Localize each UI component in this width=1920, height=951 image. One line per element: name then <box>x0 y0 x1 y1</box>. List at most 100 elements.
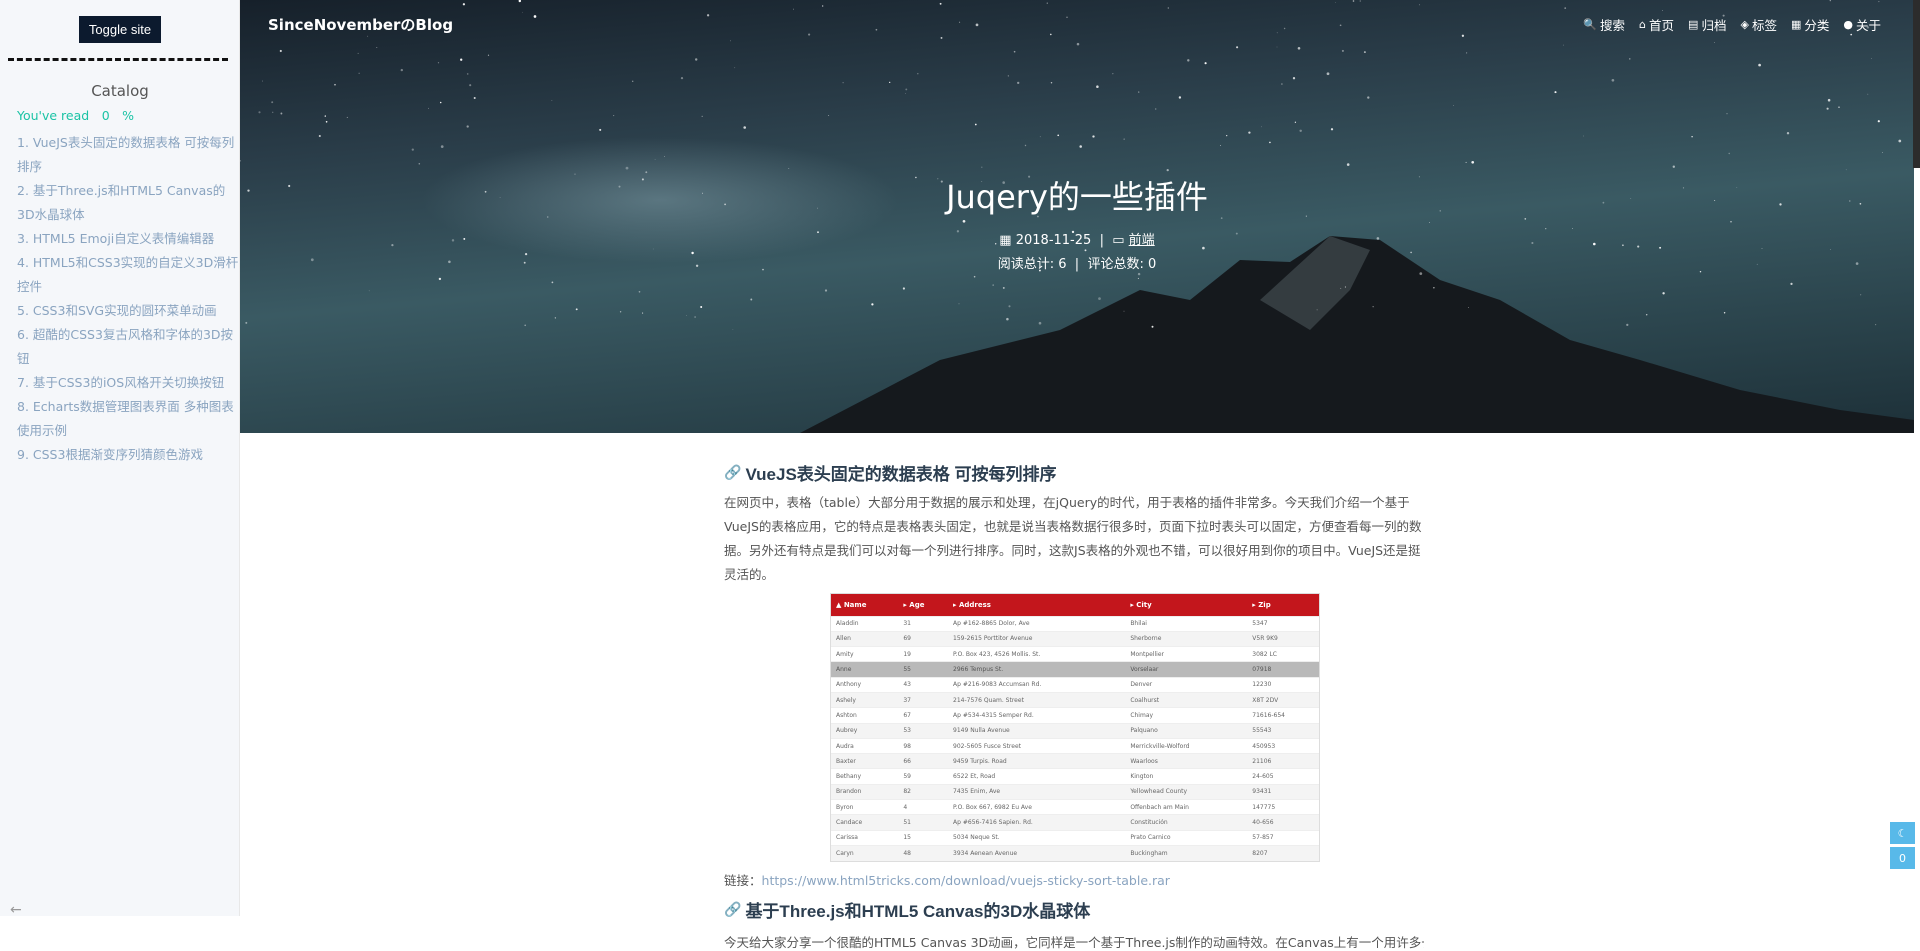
table-cell: 214-7576 Quam. Street <box>948 691 1126 708</box>
toc-item[interactable]: 4. HTML5和CSS3实现的自定义3D滑杆控件 <box>17 251 239 299</box>
table-cell: Kington <box>1125 768 1248 785</box>
page-scrollbar[interactable] <box>1913 0 1920 168</box>
catalog-title: Catalog <box>91 82 149 100</box>
table-column-header[interactable]: ▲ Name <box>831 594 899 616</box>
table-cell: Constitución <box>1125 814 1248 831</box>
table-cell: 159-2615 Porttitor Avenue <box>948 630 1126 647</box>
table-row: Brandon 82 7435 Enim, Ave Yellowhead County… <box>831 783 1319 800</box>
toc-item[interactable]: 9. CSS3根据渐变序列猜颜色游戏 <box>17 443 239 467</box>
table-cell: Ap #162-8865 Dolor, Ave <box>948 615 1126 632</box>
table-cell: 48 <box>898 844 949 861</box>
table-column-header[interactable]: ▸ Age <box>898 594 949 616</box>
table-row: Aladdin 31 Ap #162-8865 Dolor, Ave Bhilai 53… <box>831 615 1319 632</box>
site-brand[interactable]: SinceNovemberのBlog <box>268 14 453 35</box>
meta-separator: | <box>1070 257 1084 272</box>
table-cell: 59 <box>898 768 949 785</box>
table-cell: Brandon <box>831 783 899 800</box>
table-cell: 71616-654 <box>1247 707 1319 724</box>
table-column-header[interactable]: ▸ Address <box>948 594 1126 616</box>
table-row: Anne 55 2966 Tempus St. Vorselaar 07918 <box>831 661 1319 678</box>
table-cell: Bethany <box>831 768 899 785</box>
nav-item-user[interactable]: ● 关于 <box>1843 15 1881 34</box>
tag-icon: ◈ <box>1740 18 1749 31</box>
scroll-counter[interactable]: 0 <box>1890 847 1915 869</box>
section-heading-text: VueJS表头固定的数据表格 可按每列排序 <box>745 465 1057 484</box>
nav-item-archive[interactable]: ▤ 归档 <box>1688 15 1726 34</box>
table-cell: Buckingham <box>1125 844 1248 861</box>
table-cell: Palquano <box>1125 722 1248 739</box>
search-icon: 🔍 <box>1583 18 1598 31</box>
table-row: Candace 51 Ap #656-7416 Sapien. Rd. Constit… <box>831 814 1319 831</box>
table-cell: Aladdin <box>831 615 899 632</box>
table-cell: 3082 LC <box>1247 646 1319 662</box>
table-cell: 15 <box>898 829 949 846</box>
meta-separator: | <box>1095 233 1109 248</box>
nav-label: 首页 <box>1649 18 1675 33</box>
table-cell: 51 <box>898 814 949 831</box>
nav-label: 归档 <box>1701 18 1727 33</box>
table-cell: 147775 <box>1247 799 1319 815</box>
nav-item-category[interactable]: ▦ 分类 <box>1791 15 1829 34</box>
nav-label: 分类 <box>1804 18 1830 33</box>
table-cell: 24-605 <box>1247 768 1319 785</box>
table-row: Anthony 43 Ap #216-9083 Accumsan Rd. Denver… <box>831 676 1319 693</box>
table-cell: Denver <box>1125 676 1248 693</box>
post-category[interactable]: 前端 <box>1129 233 1155 248</box>
table-body: Aladdin 31 Ap #162-8865 Dolor, Ave Bhilai 53… <box>831 615 1319 861</box>
table-cell: Waarloos <box>1125 753 1248 769</box>
table-cell: 43 <box>898 676 949 693</box>
nav-label: 标签 <box>1751 18 1777 33</box>
table-cell: 5347 <box>1247 615 1319 632</box>
section-heading: 🔗 VueJS表头固定的数据表格 可按每列排序 <box>724 460 1424 485</box>
toggle-site-button[interactable]: Toggle site <box>79 16 161 43</box>
download-link-line: 链接：https://www.html5tricks.com/download/… <box>724 870 1424 889</box>
table-cell: Allen <box>831 630 899 647</box>
nav-label: 关于 <box>1855 18 1881 33</box>
table-cell: 53 <box>898 722 949 739</box>
table-row: Amity 19 P.O. Box 423, 4526 Mollis. St. Mon… <box>831 646 1319 662</box>
table-cell: 3934 Aenean Avenue <box>948 844 1126 861</box>
section-heading-text: 基于Three.js和HTML5 Canvas的3D水晶球体 <box>745 901 1091 921</box>
table-cell: 93431 <box>1247 783 1319 800</box>
table-cell: Yellowhead County <box>1125 783 1248 800</box>
table-column-header[interactable]: ▸ Zip <box>1247 594 1319 616</box>
hero-banner: SinceNovemberのBlog 🔍 搜索 ⌂ 首页 ▤ 归档 ◈ 标签 ▦ 分类 ● 关于 Ju… <box>240 0 1914 433</box>
table-cell: Caryn <box>831 844 899 861</box>
toc-item[interactable]: 2. 基于Three.js和HTML5 Canvas的3D水晶球体 <box>17 179 239 227</box>
table-column-header[interactable]: ▸ City <box>1125 594 1248 616</box>
home-icon: ⌂ <box>1639 18 1647 31</box>
toc-item[interactable]: 8. Echarts数据管理图表界面 多种图表使用示例 <box>17 395 239 443</box>
table-cell: 55543 <box>1247 722 1319 739</box>
toc-item[interactable]: 3. HTML5 Emoji自定义表情编辑器 <box>17 227 239 251</box>
table-cell: 82 <box>898 783 949 800</box>
post-title: Juqery的一些插件 <box>946 178 1208 216</box>
table-cell: Candace <box>831 814 899 831</box>
download-link[interactable]: https://www.html5tricks.com/download/vue… <box>762 873 1170 888</box>
toc-item[interactable]: 6. 超酷的CSS3复古风格和字体的3D按钮 <box>17 323 239 371</box>
table-row: Aubrey 53 9149 Nulla Avenue Palquano 55543 <box>831 722 1319 739</box>
dark-mode-toggle[interactable]: ☾ <box>1890 822 1915 844</box>
table-cell: Ap #534-4315 Semper Rd. <box>948 707 1126 724</box>
post-stats: 阅读总计: 6 | 评论总数: 0 <box>240 253 1914 272</box>
table-cell: Ashely <box>831 691 899 708</box>
toc-item[interactable]: 7. 基于CSS3的iOS风格开关切换按钮 <box>17 371 239 395</box>
demo-table: ▲ Name ▸ Age ▸ Address ▸ City ▸ Zip Aladdin 3… <box>831 594 1319 861</box>
toc-item[interactable]: 1. VueJS表头固定的数据表格 可按每列排序 <box>17 131 239 179</box>
toc-item[interactable]: 5. CSS3和SVG实现的圆环菜单动画 <box>17 299 239 323</box>
table-row: Ashton 67 Ap #534-4315 Semper Rd. Chimay 716… <box>831 707 1319 724</box>
table-header: ▲ Name ▸ Age ▸ Address ▸ City ▸ Zip <box>831 594 1319 616</box>
nav-item-home[interactable]: ⌂ 首页 <box>1639 15 1674 34</box>
views-count: 阅读总计: 6 <box>997 257 1067 272</box>
table-cell: 37 <box>898 691 949 708</box>
table-cell: 69 <box>898 630 949 647</box>
sidebar: Toggle site Catalog You've read 0 % 1. V… <box>0 0 240 918</box>
table-cell: 31 <box>898 615 949 632</box>
table-cell: 67 <box>898 707 949 724</box>
table-cell: P.O. Box 667, 6982 Eu Ave <box>948 799 1126 815</box>
nav-item-tag[interactable]: ◈ 标签 <box>1740 15 1776 34</box>
link-label: 链接： <box>724 872 762 888</box>
table-cell: Bhilai <box>1125 615 1248 632</box>
nav-item-search[interactable]: 🔍 搜索 <box>1583 15 1625 34</box>
table-row: Audra 98 902-5605 Fusce Street Merrickville… <box>831 737 1319 754</box>
table-cell: 902-5605 Fusce Street <box>948 737 1126 754</box>
